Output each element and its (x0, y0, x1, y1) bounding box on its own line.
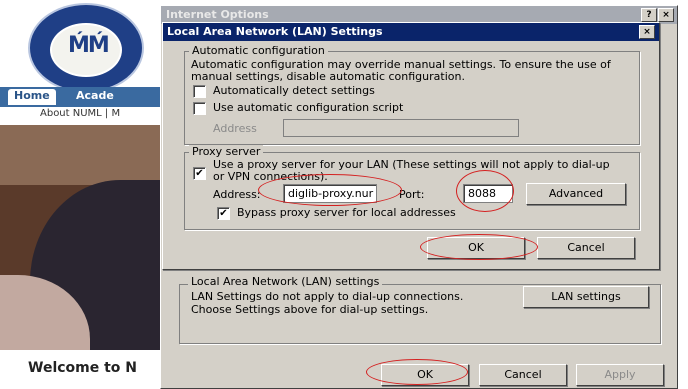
bypass-local-label[interactable]: Bypass proxy server for local addresses (237, 206, 456, 219)
highlight-ring (366, 359, 468, 385)
auto-config-script-label[interactable]: Use automatic configuration script (213, 101, 403, 114)
lan-settings-group-label: Local Area Network (LAN) settings (188, 275, 383, 288)
auto-config-script-checkbox[interactable] (193, 102, 206, 115)
window-title: Internet Options (166, 8, 269, 21)
help-button[interactable]: ? (641, 8, 657, 22)
photo-region (0, 125, 164, 185)
auto-detect-label[interactable]: Automatically detect settings (213, 84, 375, 97)
automatic-configuration-description: Automatic configuration may override man… (191, 58, 611, 83)
lan-settings-titlebar[interactable]: Local Area Network (LAN) Settings × (163, 23, 659, 41)
advanced-button[interactable]: Advanced (526, 183, 626, 205)
logo-emblem: ḾḾ (50, 23, 122, 77)
auto-detect-checkbox[interactable] (193, 85, 206, 98)
cancel-button[interactable]: Cancel (537, 237, 635, 259)
logo-mark-icon: ḾḾ (68, 33, 110, 58)
cancel-button[interactable]: Cancel (479, 364, 567, 386)
automatic-configuration-label: Automatic configuration (189, 44, 328, 57)
apply-button[interactable]: Apply (576, 364, 664, 386)
site-subnav[interactable]: About NUML | M (40, 108, 120, 119)
welcome-heading: Welcome to N (28, 360, 138, 376)
bypass-local-checkbox[interactable]: ✔ (217, 207, 230, 220)
close-button[interactable]: × (639, 25, 655, 39)
site-navbar: Home Acade (0, 87, 170, 107)
nav-home-link[interactable]: Home (8, 89, 56, 105)
nav-academics-link[interactable]: Acade (70, 89, 120, 105)
close-button[interactable]: × (658, 8, 674, 22)
dialog-title: Local Area Network (LAN) Settings (167, 25, 383, 38)
proxy-address-label: Address: (213, 188, 261, 201)
background-website: ḾḾ Home Acade About NUML | M Welcome to … (0, 0, 170, 387)
use-proxy-checkbox[interactable]: ✔ (193, 167, 206, 180)
proxy-port-label: Port: (399, 188, 425, 201)
lan-settings-description: LAN Settings do not apply to dial-up con… (191, 290, 464, 316)
highlight-ring (420, 234, 538, 260)
script-address-input[interactable] (283, 119, 519, 137)
site-banner-photo (0, 125, 164, 350)
highlight-ring (456, 170, 514, 212)
script-address-label: Address (213, 122, 257, 135)
lan-settings-button[interactable]: LAN settings (523, 286, 649, 308)
proxy-server-label: Proxy server (189, 145, 264, 158)
university-logo: ḾḾ (28, 3, 144, 93)
highlight-ring (258, 174, 402, 206)
lan-settings-dialog: Local Area Network (LAN) Settings × Auto… (162, 22, 660, 270)
